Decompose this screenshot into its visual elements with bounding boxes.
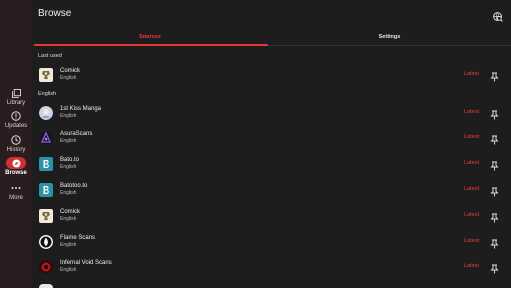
source-name: Flame Scans xyxy=(60,235,96,241)
page-title: Browse xyxy=(38,8,72,19)
source-row-last-used[interactable]: Comick English Latest xyxy=(32,64,511,88)
source-language: English xyxy=(60,190,77,196)
source-language: English xyxy=(60,216,77,222)
pin-icon[interactable] xyxy=(490,184,499,197)
source-name: Comick xyxy=(60,209,81,215)
1st-kiss-manga-logo-icon xyxy=(39,106,53,120)
source-name: Comick xyxy=(60,68,81,74)
tab-row: Sources Settings xyxy=(32,28,511,46)
flame-scans-logo-icon xyxy=(39,235,53,249)
global-search-icon[interactable] xyxy=(492,9,503,22)
source-language: English xyxy=(60,242,77,248)
browse-screen: Browse Sources Settings Last used Comick… xyxy=(32,0,511,288)
more-icon xyxy=(8,182,24,194)
library-icon xyxy=(8,87,24,99)
section-header-last-used: Last used xyxy=(38,53,62,59)
nav-label-more: More xyxy=(9,195,23,201)
latest-button[interactable]: Latest xyxy=(464,109,479,115)
pin-icon[interactable] xyxy=(490,69,499,82)
history-icon xyxy=(8,134,24,146)
pin-icon[interactable] xyxy=(490,210,499,223)
nav-label-updates: Updates xyxy=(4,123,28,129)
nav-item-history[interactable]: History xyxy=(0,134,32,153)
source-language: English xyxy=(60,138,77,144)
navigation-rail: Library Updates History Browse More xyxy=(0,0,32,288)
source-row[interactable]: 1st Kiss Manga English Latest xyxy=(32,102,511,126)
latest-button[interactable]: Latest xyxy=(464,71,479,77)
pin-icon[interactable] xyxy=(490,261,499,274)
latest-button[interactable]: Latest xyxy=(464,186,479,192)
latest-button[interactable]: Latest xyxy=(464,160,479,166)
nav-label-browse: Browse xyxy=(5,170,27,176)
source-row[interactable]: Bato.to English Latest xyxy=(32,153,511,177)
latest-button[interactable]: Latest xyxy=(464,212,479,218)
pin-icon[interactable] xyxy=(490,132,499,145)
tab-indicator xyxy=(34,44,268,46)
pin-icon[interactable] xyxy=(490,236,499,249)
nav-item-updates[interactable]: Updates xyxy=(0,110,32,129)
latest-button[interactable]: Latest xyxy=(464,238,479,244)
nav-item-library[interactable]: Library xyxy=(0,87,32,106)
batotoo-logo-icon xyxy=(39,183,53,197)
nav-label-history: History xyxy=(6,147,26,153)
pin-icon[interactable] xyxy=(490,158,499,171)
nav-item-browse[interactable]: Browse xyxy=(0,157,32,176)
nav-label-library: Library xyxy=(6,100,26,106)
comick-logo-icon xyxy=(39,68,53,82)
source-language: English xyxy=(60,113,77,119)
source-name: 1st Kiss Manga xyxy=(60,106,102,112)
source-row[interactable]: Batotoo.to English Latest xyxy=(32,179,511,203)
section-header-english: English xyxy=(38,91,57,97)
nav-item-more[interactable]: More xyxy=(0,182,32,201)
bato-logo-icon xyxy=(39,157,53,171)
source-name: Batotoo.to xyxy=(60,183,88,189)
source-language: English xyxy=(60,164,77,170)
updates-icon xyxy=(8,110,24,122)
infernal-void-scans-logo-icon xyxy=(39,260,53,274)
source-row[interactable]: AsuraScans English Latest xyxy=(32,127,511,151)
compass-icon xyxy=(6,157,26,169)
latest-button[interactable]: Latest xyxy=(464,263,479,269)
comick-logo-icon xyxy=(39,209,53,223)
source-name: Bato.to xyxy=(60,157,80,163)
top-app-bar: Browse xyxy=(32,0,511,28)
source-row[interactable]: Infernal Void Scans English Latest xyxy=(32,256,511,280)
partial-source-icon xyxy=(39,284,53,288)
source-language: English xyxy=(60,267,77,273)
source-name: AsuraScans xyxy=(60,131,93,137)
latest-button[interactable]: Latest xyxy=(464,134,479,140)
source-name: Infernal Void Scans xyxy=(60,260,112,266)
asurascans-logo-icon xyxy=(39,131,53,145)
source-row[interactable]: Comick English Latest xyxy=(32,205,511,229)
pin-icon[interactable] xyxy=(490,107,499,120)
source-row[interactable]: Flame Scans English Latest xyxy=(32,231,511,255)
source-language: English xyxy=(60,75,77,81)
tab-settings[interactable]: Settings xyxy=(268,28,511,46)
